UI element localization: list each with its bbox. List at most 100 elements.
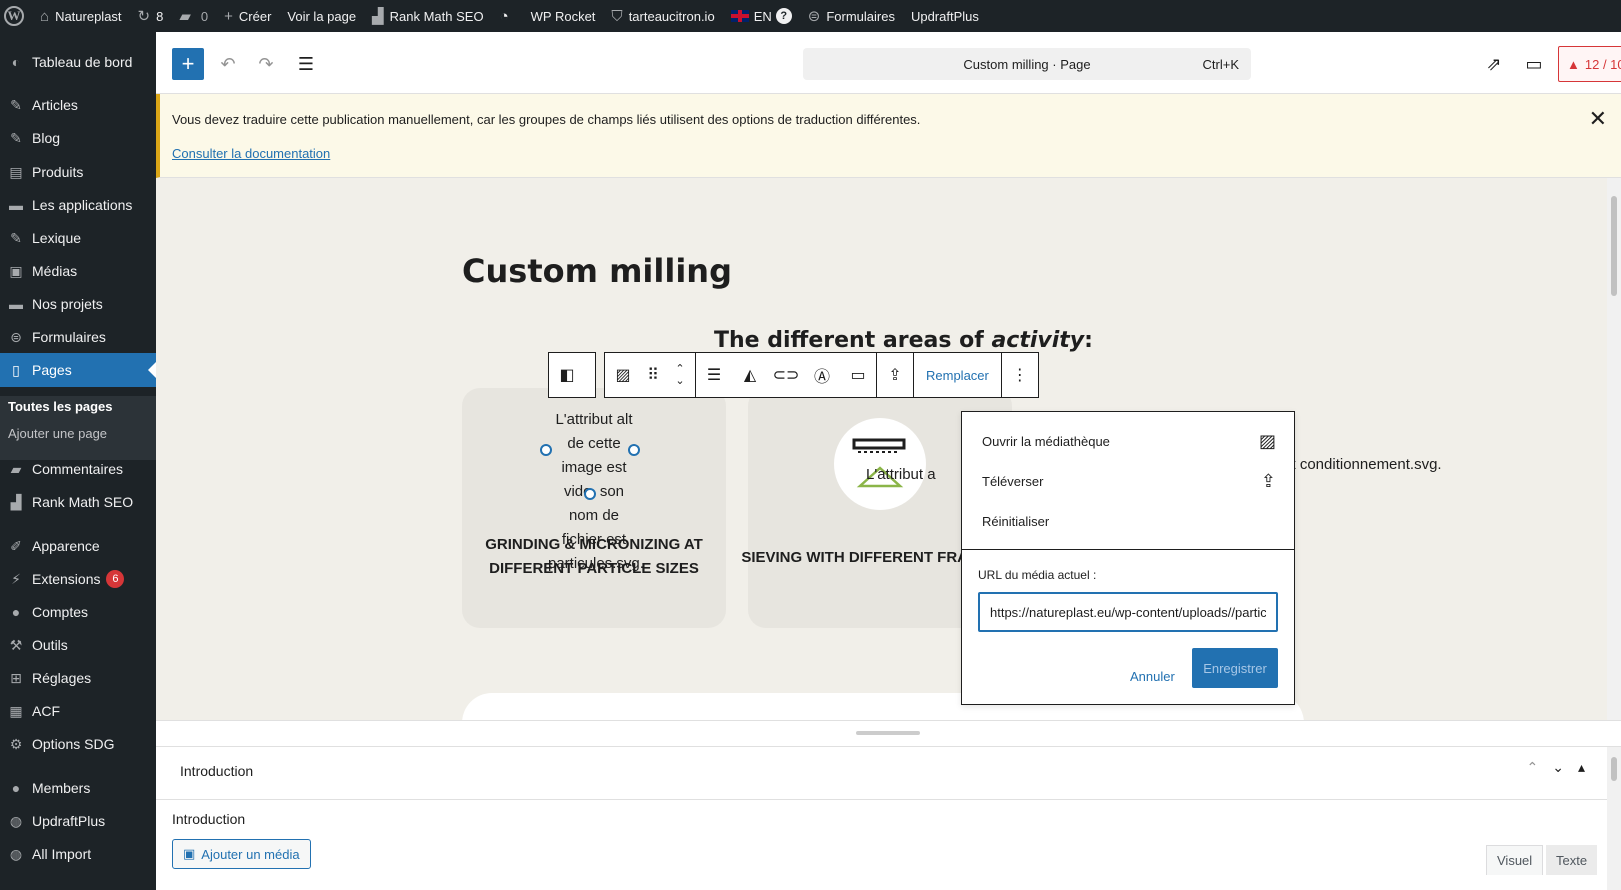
page-title[interactable]: Custom milling — [462, 252, 732, 290]
upload-icon[interactable]: ⇪ — [877, 353, 913, 397]
document-bar[interactable]: Custom milling · Page Ctrl+K — [803, 48, 1251, 80]
sidebar-item-dashboard[interactable]: ◐ Tableau de bord — [0, 45, 156, 79]
wp-logo-menu[interactable]: W — [0, 0, 32, 32]
sidebar-item-forms[interactable]: ⊜ Formulaires — [0, 320, 156, 354]
more-options-icon[interactable]: ⋮ — [1002, 353, 1038, 397]
sidebar-item-updraftplus[interactable]: ◍ UpdraftPlus — [0, 804, 156, 838]
metabox-controls: ⌃ ⌄ ▴ — [1527, 759, 1586, 776]
rank-math-menu[interactable]: ▟ Rank Math SEO — [364, 0, 491, 32]
updates-link[interactable]: ↻ 8 — [130, 0, 172, 32]
editor-canvas: Custom milling The different areas of ac… — [156, 178, 1621, 720]
heading-italic-text: activity — [991, 328, 1085, 353]
image-block-icon[interactable]: ▨ — [605, 353, 641, 397]
move-down-icon[interactable]: ⌄ — [1552, 759, 1564, 776]
updraft-menu[interactable]: UpdraftPlus — [903, 0, 987, 32]
submenu-add-page[interactable]: Ajouter une page — [8, 426, 107, 441]
sidebar-item-label: Rank Math SEO — [32, 494, 134, 510]
link-icon[interactable]: ⊂⊃ — [768, 353, 804, 397]
metabox-resize-handle[interactable] — [156, 720, 1621, 746]
sidebar-item-users[interactable]: ● Comptes — [0, 595, 156, 629]
external-link-icon[interactable]: ⇗ — [1478, 48, 1510, 80]
media-url-input[interactable] — [978, 592, 1278, 632]
sidebar-item-media[interactable]: ▣ Médias — [0, 254, 156, 288]
add-block-button[interactable]: + — [172, 48, 204, 80]
sidebar-item-products[interactable]: ▤ Produits — [0, 155, 156, 189]
rank-math-score-button[interactable]: ▲ 12 / 100 — [1558, 46, 1621, 82]
submenu-all-pages[interactable]: Toutes les pages — [8, 399, 113, 414]
resize-handle[interactable] — [540, 444, 552, 456]
section-heading[interactable]: The different areas of activity: — [714, 328, 1093, 353]
sidebar-item-pages[interactable]: ▯ Pages — [0, 353, 156, 387]
collapse-icon[interactable]: ▴ — [1578, 759, 1585, 776]
sidebar-item-options-sdg[interactable]: ⚙ Options SDG — [0, 727, 156, 761]
add-media-button[interactable]: ▣ Ajouter un média — [172, 839, 311, 869]
sidebar-item-comments[interactable]: ▰ Commentaires — [0, 452, 156, 486]
wp-rocket-menu[interactable]: WP Rocket — [523, 0, 604, 32]
canvas-scrollbar[interactable] — [1607, 178, 1621, 720]
open-media-library-item[interactable]: Ouvrir la médiathèque ▨ — [962, 422, 1294, 460]
sidebar-item-acf[interactable]: ▦ ACF — [0, 694, 156, 728]
field-label: Introduction — [172, 811, 246, 827]
language-switcher[interactable]: EN ? — [723, 0, 800, 32]
drag-handle-icon[interactable]: ⠿ — [641, 353, 665, 397]
resize-grip[interactable] — [856, 731, 920, 735]
tab-text[interactable]: Texte — [1546, 845, 1598, 875]
align-icon[interactable]: ☰ — [696, 353, 732, 397]
resize-handle[interactable] — [628, 444, 640, 456]
metabox-scrollbar[interactable] — [1607, 747, 1621, 890]
plugins-update-badge: 6 — [106, 570, 125, 588]
move-up-icon[interactable]: ⌃ — [1527, 759, 1539, 776]
pin-icon: ✎ — [10, 129, 22, 146]
tarteaucitron-menu[interactable]: ⛉ tarteaucitron.io — [603, 0, 722, 32]
admin-sidebar: ◐ Tableau de bord ✎ Articles ✎ Blog ▤ Produi… — [0, 32, 156, 890]
undo-icon[interactable]: ↶ — [212, 48, 244, 80]
sidebar-item-label: Produits — [32, 164, 84, 180]
create-menu[interactable]: + Créer — [216, 0, 279, 32]
activity-card[interactable]: GRINDING & MICRONIZING AT DIFFERENT PART… — [462, 388, 726, 628]
scrollbar-thumb[interactable] — [1611, 757, 1617, 781]
folder-icon: ▬ — [9, 296, 23, 312]
sidebar-item-rank-math[interactable]: ▟ Rank Math SEO — [0, 485, 156, 519]
sidebar-item-tools[interactable]: ⚒ Outils — [0, 628, 156, 662]
search-menu[interactable]: ◔ — [492, 0, 523, 32]
redo-icon[interactable]: ↷ — [250, 48, 282, 80]
reset-item[interactable]: Réinitialiser — [962, 502, 1294, 540]
sidebar-item-lexique[interactable]: ✎ Lexique — [0, 221, 156, 255]
image-alt-text: L'attribut a — [866, 466, 936, 483]
duotone-icon[interactable]: ◭ — [732, 353, 768, 397]
comments-link[interactable]: ▰ 0 — [171, 0, 216, 32]
cancel-button[interactable]: Annuler — [1122, 656, 1183, 696]
forms-menu[interactable]: ⊜ Formulaires — [800, 0, 903, 32]
caption-icon[interactable]: ▭ — [840, 353, 876, 397]
site-name-link[interactable]: ⌂ Natureplast — [32, 0, 130, 32]
scrollbar-thumb[interactable] — [1611, 196, 1617, 296]
upload-item[interactable]: Téléverser ⇪ — [962, 462, 1294, 500]
sidebar-item-label: Options SDG — [32, 736, 115, 752]
list-view-icon[interactable]: ☰ — [290, 48, 322, 80]
documentation-link[interactable]: Consulter la documentation — [172, 146, 330, 161]
sidebar-item-label: Réglages — [32, 670, 92, 686]
save-button[interactable]: Enregistrer — [1192, 648, 1278, 688]
sidebar-item-members[interactable]: ● Members — [0, 771, 156, 805]
preview-device-icon[interactable]: ▭ — [1518, 48, 1550, 80]
move-up-down-icon[interactable]: ⌃ ⌄ — [665, 353, 695, 397]
command-shortcut: Ctrl+K — [1202, 56, 1239, 72]
text-overlay-icon[interactable]: Ⓐ — [804, 353, 840, 397]
sidebar-item-blog[interactable]: ✎ Blog — [0, 121, 156, 155]
sidebar-item-plugins[interactable]: ⚡ Extensions 6 — [0, 562, 156, 596]
select-parent-icon[interactable]: ◧ — [549, 353, 585, 397]
close-icon[interactable]: ✕ — [1589, 106, 1607, 132]
sidebar-item-applications[interactable]: ▬ Les applications — [0, 188, 156, 222]
view-page-link[interactable]: Voir la page — [279, 0, 364, 32]
sidebar-item-settings[interactable]: ⊞ Réglages — [0, 661, 156, 695]
sidebar-item-articles[interactable]: ✎ Articles — [0, 88, 156, 122]
help-icon: ? — [775, 8, 792, 24]
tab-visual[interactable]: Visuel — [1486, 845, 1544, 875]
replace-button[interactable]: Remplacer — [914, 353, 1001, 397]
resize-handle[interactable] — [584, 488, 596, 500]
sidebar-item-appearance[interactable]: ✐ Apparence — [0, 529, 156, 563]
block-parent-toolbar: ◧ — [548, 352, 596, 398]
media-icon: ▣ — [9, 262, 23, 279]
sidebar-item-projects[interactable]: ▬ Nos projets — [0, 287, 156, 321]
sidebar-item-all-import[interactable]: ◍ All Import — [0, 837, 156, 871]
